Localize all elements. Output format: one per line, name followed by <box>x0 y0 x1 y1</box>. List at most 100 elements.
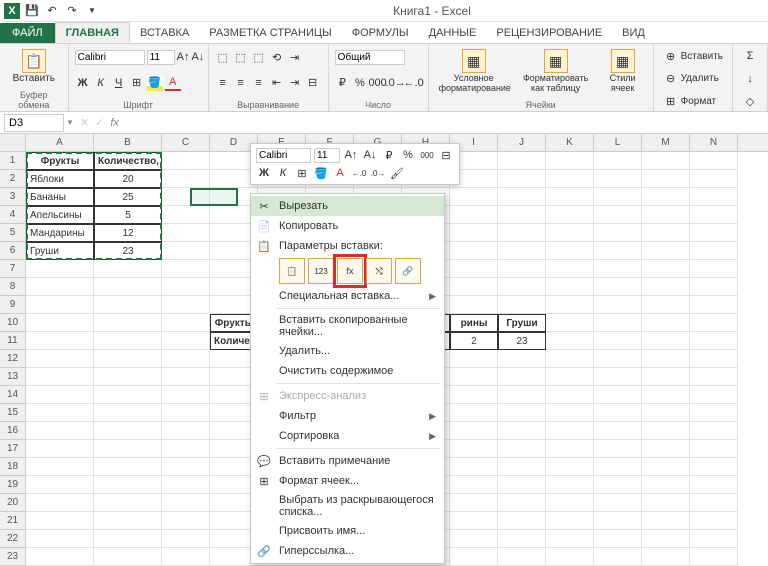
mini-percent-icon[interactable]: % <box>400 147 416 163</box>
ctx-copy[interactable]: 📄Копировать <box>251 216 444 236</box>
mini-merge-icon[interactable]: ⊟ <box>438 147 454 163</box>
cell[interactable] <box>594 440 642 458</box>
name-box[interactable] <box>4 114 64 132</box>
cell[interactable] <box>450 548 498 566</box>
cell[interactable] <box>26 350 94 368</box>
cell[interactable] <box>450 350 498 368</box>
cell[interactable] <box>162 188 210 206</box>
cell[interactable] <box>498 152 546 170</box>
ctx-hyperlink[interactable]: 🔗Гиперссылка... <box>251 541 444 561</box>
ctx-define-name[interactable]: Присвоить имя... <box>251 521 444 541</box>
cell[interactable] <box>26 296 94 314</box>
cell[interactable] <box>594 368 642 386</box>
cell[interactable] <box>450 278 498 296</box>
cell[interactable] <box>26 422 94 440</box>
tab-page-layout[interactable]: РАЗМЕТКА СТРАНИЦЫ <box>199 23 341 43</box>
cell[interactable] <box>546 350 594 368</box>
row-header[interactable]: 16 <box>0 422 26 440</box>
undo-icon[interactable]: ↶ <box>44 3 60 19</box>
cell[interactable] <box>642 188 690 206</box>
cell[interactable] <box>450 458 498 476</box>
col-header[interactable]: C <box>162 134 210 151</box>
cell[interactable] <box>26 476 94 494</box>
row-header[interactable]: 20 <box>0 494 26 512</box>
decrease-font-icon[interactable]: A↓ <box>191 49 204 65</box>
row-header[interactable]: 2 <box>0 170 26 188</box>
cell[interactable] <box>546 404 594 422</box>
align-middle-icon[interactable]: ⬚ <box>233 49 249 65</box>
cell[interactable] <box>450 404 498 422</box>
cell[interactable] <box>94 476 162 494</box>
cell[interactable] <box>498 278 546 296</box>
cell[interactable] <box>594 548 642 566</box>
cell[interactable]: Яблоки <box>26 170 94 188</box>
cell[interactable] <box>498 422 546 440</box>
formula-input[interactable] <box>125 117 762 129</box>
cell[interactable] <box>594 224 642 242</box>
wrap-text-icon[interactable]: ⇥ <box>287 49 303 65</box>
cell[interactable] <box>450 530 498 548</box>
cell[interactable] <box>642 422 690 440</box>
increase-font-icon[interactable]: A↑ <box>177 49 190 65</box>
cell[interactable] <box>94 350 162 368</box>
cell[interactable] <box>94 314 162 332</box>
enter-icon[interactable]: ✓ <box>95 116 104 129</box>
cell[interactable] <box>162 422 210 440</box>
cell[interactable] <box>94 386 162 404</box>
mini-font-color-icon[interactable]: A <box>332 165 348 181</box>
row-header[interactable]: 10 <box>0 314 26 332</box>
cell[interactable] <box>498 494 546 512</box>
cell[interactable] <box>26 494 94 512</box>
cell[interactable] <box>642 458 690 476</box>
cell[interactable] <box>162 296 210 314</box>
cell[interactable] <box>594 206 642 224</box>
col-header[interactable]: K <box>546 134 594 151</box>
cell[interactable] <box>450 368 498 386</box>
mini-fill-icon[interactable]: 🪣 <box>313 165 329 181</box>
cell[interactable] <box>162 548 210 566</box>
paste-opt-link[interactable]: 🔗 <box>395 258 421 284</box>
cell[interactable] <box>450 476 498 494</box>
cell[interactable] <box>26 278 94 296</box>
currency-icon[interactable]: ₽ <box>335 75 351 91</box>
cell[interactable] <box>26 386 94 404</box>
cell[interactable] <box>690 260 738 278</box>
cell[interactable] <box>642 404 690 422</box>
cell[interactable] <box>94 458 162 476</box>
ctx-sort[interactable]: Сортировка▶ <box>251 426 444 446</box>
col-header[interactable]: B <box>94 134 162 151</box>
cell[interactable] <box>498 476 546 494</box>
cell[interactable] <box>94 260 162 278</box>
bold-icon[interactable]: Ж <box>75 75 91 91</box>
cell[interactable] <box>498 350 546 368</box>
row-header[interactable]: 9 <box>0 296 26 314</box>
cell[interactable] <box>690 314 738 332</box>
cell-styles-button[interactable]: ▦ Стили ячеек <box>599 47 647 95</box>
percent-icon[interactable]: % <box>352 75 368 91</box>
cell[interactable] <box>642 260 690 278</box>
format-as-table-button[interactable]: ▦ Форматировать как таблицу <box>517 47 595 95</box>
redo-icon[interactable]: ↷ <box>64 3 80 19</box>
cell[interactable] <box>690 206 738 224</box>
cell[interactable] <box>546 386 594 404</box>
cell[interactable]: Мандарины <box>26 224 94 242</box>
cell[interactable]: Количество, кг <box>94 152 162 170</box>
fx-icon[interactable]: fx <box>110 117 119 129</box>
ctx-delete[interactable]: Удалить... <box>251 341 444 361</box>
row-header[interactable]: 19 <box>0 476 26 494</box>
cell[interactable] <box>690 440 738 458</box>
cell[interactable] <box>94 404 162 422</box>
file-tab[interactable]: ФАЙЛ <box>0 23 55 43</box>
cell[interactable] <box>546 368 594 386</box>
tab-formulas[interactable]: ФОРМУЛЫ <box>342 23 419 43</box>
cell[interactable] <box>26 548 94 566</box>
cell[interactable] <box>690 422 738 440</box>
cell[interactable]: 5 <box>94 206 162 224</box>
cell[interactable] <box>690 278 738 296</box>
row-header[interactable]: 23 <box>0 548 26 566</box>
mini-grow-font-icon[interactable]: A↑ <box>343 147 359 163</box>
cell[interactable] <box>26 530 94 548</box>
cell[interactable]: Груши <box>26 242 94 260</box>
cell[interactable] <box>690 242 738 260</box>
cell[interactable] <box>26 314 94 332</box>
